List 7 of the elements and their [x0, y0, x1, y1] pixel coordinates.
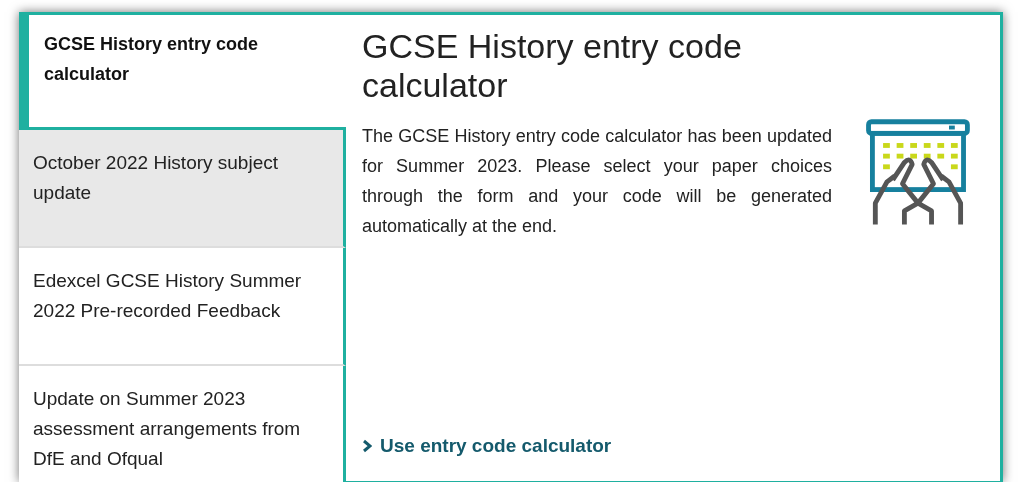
- panel-description: The GCSE History entry code calculator has been updated for Summer 2023. Please select your paper choices through the form and your code will be generated automatically at the end.: [362, 125, 832, 238]
- chevron-right-icon: [362, 439, 372, 453]
- panel-title: GCSE History entry code calculator: [362, 27, 743, 105]
- tab[interactable]: Edexcel GCSE History Summer 2022 Pre-recorded Feedback: [19, 248, 346, 366]
- tab[interactable]: GCSE History entry code calculator: [19, 12, 346, 130]
- tab[interactable]: Update on Summer 2023 assessment arrangements from DfE and Ofqual: [19, 366, 346, 482]
- tab[interactable]: October 2022 History subject update: [19, 130, 346, 248]
